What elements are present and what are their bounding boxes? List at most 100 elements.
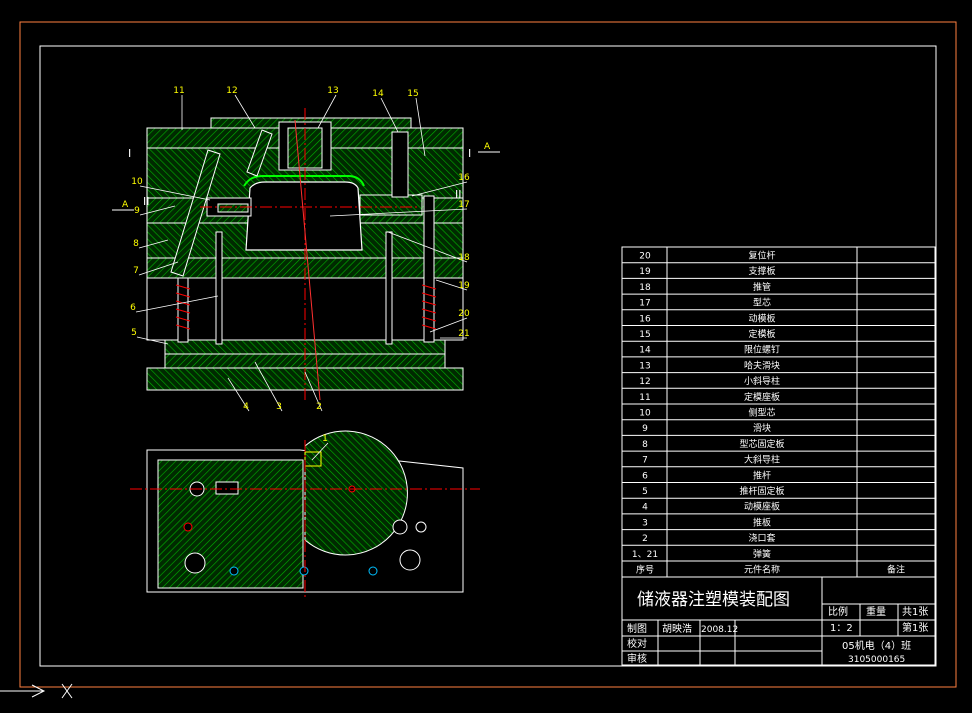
callout-label: 15	[407, 89, 418, 99]
callout-label: 5	[131, 328, 137, 338]
limit-screw	[391, 131, 409, 198]
callout-label: 17	[458, 200, 469, 210]
drawn-name: 胡映浩	[662, 622, 692, 635]
bom-row-name: 定模板	[748, 328, 775, 340]
bom-row-name: 元件名称	[744, 564, 780, 576]
front-section-view	[146, 108, 464, 401]
plan-hole-3	[184, 552, 206, 574]
bom-row-number: 19	[639, 267, 651, 277]
bom-row-name: 动模板	[748, 312, 775, 324]
drawn-label: 制图	[627, 622, 647, 635]
ejector-pin-left	[215, 231, 223, 345]
callout-label: 13	[327, 86, 338, 96]
bom-row-number: 12	[639, 377, 650, 387]
check-label: 校对	[627, 637, 647, 650]
callout-label: 4	[243, 402, 249, 412]
bom-row-name: 限位螺钉	[744, 344, 780, 356]
bom-row-number: 16	[639, 314, 651, 324]
callout-label: 8	[133, 239, 139, 249]
scale-value: 1：2	[830, 623, 853, 634]
sheets-total: 共1张	[902, 606, 928, 618]
plan-hole-8	[229, 566, 239, 576]
plan-cutout-circle	[304, 430, 408, 556]
section-mark-a-right: A	[484, 142, 491, 152]
plan-hole-5	[392, 519, 408, 535]
bom-row-remark: 备注	[887, 564, 905, 576]
bom-row-name: 大斜导柱	[744, 454, 780, 466]
class-name: 05机电（4）班	[842, 639, 911, 652]
callout-label: 12	[226, 86, 237, 96]
plan-hole-7	[183, 522, 193, 532]
plan-hole-9	[299, 566, 309, 576]
bom-row-number: 10	[639, 409, 651, 419]
plan-view	[130, 430, 480, 600]
bom-row-number: 4	[642, 503, 648, 513]
bom-row-number: 6	[642, 471, 648, 481]
callout-label: 19	[458, 281, 470, 291]
title-block: 储液器注塑模装配图 比例 重量 共1张 1：2 第1张 制图 胡映浩 2008.…	[621, 576, 936, 666]
bom-row-name: 型芯固定板	[739, 438, 784, 450]
bom-row-name: 小斜导柱	[744, 375, 780, 387]
callout-label: 10	[131, 177, 143, 187]
bom-row-name: 弹簧	[753, 548, 771, 560]
section-mark-ii-left: II	[143, 195, 150, 208]
bom-row-name: 滑块	[753, 422, 771, 434]
drawn-date: 2008.12	[701, 625, 738, 635]
bom-row-number: 7	[642, 456, 648, 466]
plan-hole-10	[368, 566, 378, 576]
callout-label: 6	[130, 303, 136, 313]
bom-row-number: 序号	[636, 564, 654, 576]
bom-row-number: 9	[642, 424, 648, 434]
bom-row-name: 复位杆	[748, 250, 775, 262]
bom-row-number: 5	[642, 487, 648, 497]
bom-table: 20 复位杆 19 支撑板 18 推管 17 型芯 16 动模板 15 定模板 14 限位螺钉 13 哈夫滑块…	[621, 246, 936, 578]
bom-row-name: 推杆	[753, 469, 771, 481]
callout-label: 16	[458, 173, 470, 183]
bom-row-name: 定模座板	[744, 391, 780, 403]
plan-hole-6	[415, 521, 427, 533]
callout-label: 2	[316, 402, 322, 412]
bom-row-name: 支撑板	[748, 265, 775, 277]
cad-drawing-canvas: A A I I II II 1234567891011 12 13 14 1516171…	[0, 21, 957, 699]
bom-row-number: 13	[639, 361, 650, 371]
callout-label: 3	[276, 402, 282, 412]
callout-label: 14	[372, 89, 384, 99]
callout-label: 20	[458, 309, 470, 319]
bom-rows: 20 复位杆 19 支撑板 18 推管 17 型芯 16 动模板 15 定模板 14 限位螺钉 13 哈夫滑块…	[622, 250, 935, 576]
plan-slide	[215, 481, 239, 495]
ucs-icon	[0, 683, 73, 699]
student-number: 3105000165	[848, 655, 905, 665]
bom-row-number: 11	[639, 393, 650, 403]
bom-row-number: 15	[639, 330, 650, 340]
callout-label: 11	[173, 86, 184, 96]
bom-row-name: 推板	[753, 516, 771, 528]
drawing-title: 储液器注塑模装配图	[637, 590, 790, 610]
sheet-number: 第1张	[902, 621, 928, 634]
section-mark-i-right: I	[468, 147, 471, 160]
bom-outline	[621, 246, 936, 578]
ejector-pin-right	[385, 231, 393, 345]
bom-row-number: 8	[642, 440, 648, 450]
callout-label: 21	[458, 329, 469, 339]
side-core	[217, 203, 249, 213]
scale-label: 比例	[828, 605, 848, 618]
bom-row-name: 型芯	[753, 297, 771, 309]
bom-row-name: 推杆固定板	[739, 485, 784, 497]
bom-row-name: 推管	[753, 281, 771, 293]
bom-row-name: 侧型芯	[748, 407, 775, 419]
bom-row-name: 动模座板	[744, 501, 780, 513]
bom-row-number: 2	[642, 534, 648, 544]
bom-row-number: 1、21	[632, 550, 658, 560]
bom-row-name: 哈夫滑块	[744, 359, 780, 371]
review-label: 审核	[627, 652, 647, 665]
callout-label: 1	[322, 434, 328, 444]
section-mark-i-left: I	[128, 147, 131, 160]
section-mark-a-left: A	[122, 200, 129, 210]
bom-row-number: 18	[639, 283, 651, 293]
bom-row-number: 17	[639, 299, 650, 309]
bom-row-number: 3	[642, 518, 648, 528]
callout-label: 18	[458, 253, 470, 263]
weight-label: 重量	[866, 605, 886, 618]
callout-label: 9	[134, 206, 140, 216]
bom-row-number: 14	[639, 346, 651, 356]
